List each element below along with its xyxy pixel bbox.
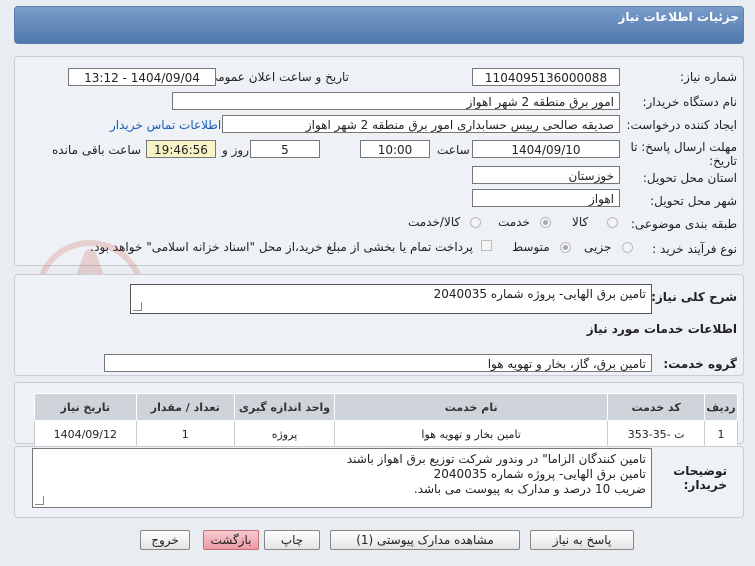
announce-date-label: تاریخ و ساعت اعلان عمومی: xyxy=(204,70,349,84)
remaining-time-field: 19:46:56 xyxy=(146,140,216,158)
purchase-small-label: جزیی xyxy=(584,240,612,254)
deadline-label: مهلت ارسال پاسخ: تا xyxy=(630,140,737,154)
category-goods-service-label: کالا/خدمت xyxy=(408,215,461,229)
service-group-label: گروه خدمت: xyxy=(663,357,737,371)
deadline-date-field: 1404/09/10 xyxy=(472,140,620,158)
purchase-small-radio[interactable] xyxy=(622,242,633,253)
buyer-notes-label: توضیحات xyxy=(673,464,727,478)
deadline-date-label: تاریخ: xyxy=(709,154,737,168)
cell-service-name: تامین بخار و تهویه هوا xyxy=(334,420,609,448)
col-row-number: ردیف xyxy=(704,393,738,421)
resize-handle[interactable] xyxy=(35,496,44,505)
back-button[interactable]: بازگشت xyxy=(203,530,259,550)
cell-service-code: ت -35-353 xyxy=(607,420,706,448)
deadline-time-label: ساعت xyxy=(437,143,470,157)
cell-quantity: 1 xyxy=(135,420,235,448)
buyer-notes-line: تامین کنندگان الزاما" در وندور شرکت توزی… xyxy=(346,452,646,466)
cell-row-number: 1 xyxy=(704,420,738,448)
province-field: خوزستان xyxy=(472,166,620,184)
table-header-row: ردیف کد خدمت نام خدمت واحد اندازه گیری ت… xyxy=(34,393,738,421)
services-section-title: اطلاعات خدمات مورد نیاز xyxy=(586,322,737,336)
table-row: 1 ت -35-353 تامین بخار و تهویه هوا پروژه… xyxy=(34,420,738,448)
announce-date-field: 1404/09/04 - 13:12 xyxy=(68,68,216,86)
col-unit: واحد اندازه گیری xyxy=(233,393,336,421)
days-label: روز و xyxy=(222,143,249,157)
purchase-type-label: نوع فرآیند خرید : xyxy=(652,242,737,256)
creator-label: ایجاد کننده درخواست: xyxy=(626,118,737,132)
col-service-name: نام خدمت xyxy=(334,393,609,421)
need-info-panel xyxy=(14,56,744,266)
resize-handle[interactable] xyxy=(133,302,142,311)
service-group-field: تامین برق، گاز، بخار و تهویه هوا xyxy=(104,354,652,372)
buyer-contact-link[interactable]: اطلاعات تماس خریدار xyxy=(110,118,221,132)
category-label: طبقه بندی موضوعی: xyxy=(630,217,737,231)
description-field: تامین برق الهایی- پروژه شماره 2040035 xyxy=(130,284,652,314)
cell-need-date: 1404/09/12 xyxy=(34,420,137,448)
buyer-notes-field: تامین کنندگان الزاما" در وندور شرکت توزی… xyxy=(32,448,652,508)
services-table: ردیف کد خدمت نام خدمت واحد اندازه گیری ت… xyxy=(34,393,738,448)
view-attachments-button[interactable]: مشاهده مدارک پیوستی (1) xyxy=(330,530,520,550)
buyer-notes-line: تامین برق الهایی- پروژه شماره 2040035 xyxy=(433,467,646,481)
treasury-payment-note: پرداخت تمام یا بخشی از مبلغ خرید،از محل … xyxy=(90,240,473,254)
buyer-notes-label-2: خریدار: xyxy=(683,478,727,492)
exit-button[interactable]: خروج xyxy=(140,530,190,550)
city-field: اهواز xyxy=(472,189,620,207)
purchase-medium-label: متوسط xyxy=(512,240,550,254)
category-service-radio[interactable] xyxy=(540,217,551,228)
respond-button[interactable]: پاسخ به نیاز xyxy=(530,530,634,550)
description-label: شرح کلی نیاز: xyxy=(651,290,737,304)
treasury-payment-checkbox[interactable] xyxy=(481,240,492,251)
buyer-notes-line: ضریب 10 درصد و مدارک به پیوست می باشد. xyxy=(413,482,646,496)
buyer-org-label: نام دستگاه خریدار: xyxy=(642,95,738,109)
deadline-time-field: 10:00 xyxy=(360,140,430,158)
col-need-date: تاریخ نیاز xyxy=(34,393,137,421)
category-goods-radio[interactable] xyxy=(607,217,618,228)
category-goods-service-radio[interactable] xyxy=(470,217,481,228)
city-label: شهر محل تحویل: xyxy=(650,194,737,208)
need-number-label: شماره نیاز: xyxy=(680,70,737,84)
col-service-code: کد خدمت xyxy=(607,393,706,421)
col-quantity: تعداد / مقدار xyxy=(135,393,235,421)
description-text: تامین برق الهایی- پروژه شماره 2040035 xyxy=(433,287,646,301)
days-remaining-field: 5 xyxy=(250,140,320,158)
category-goods-label: کالا xyxy=(572,215,589,229)
purchase-medium-radio[interactable] xyxy=(560,242,571,253)
remaining-time-label: ساعت باقی مانده xyxy=(52,143,142,157)
category-service-label: خدمت xyxy=(498,215,530,229)
print-button[interactable]: چاپ xyxy=(264,530,320,550)
page-title: جزئیات اطلاعات نیاز xyxy=(618,10,739,24)
province-label: استان محل تحویل: xyxy=(642,171,737,185)
creator-field: صدیقه صالحی رییس حسابداری امور برق منطقه… xyxy=(222,115,620,133)
buyer-org-field: امور برق منطقه 2 شهر اهواز xyxy=(172,92,620,110)
need-number-field: 1104095136000088 xyxy=(472,68,620,86)
cell-unit: پروژه xyxy=(233,420,336,448)
